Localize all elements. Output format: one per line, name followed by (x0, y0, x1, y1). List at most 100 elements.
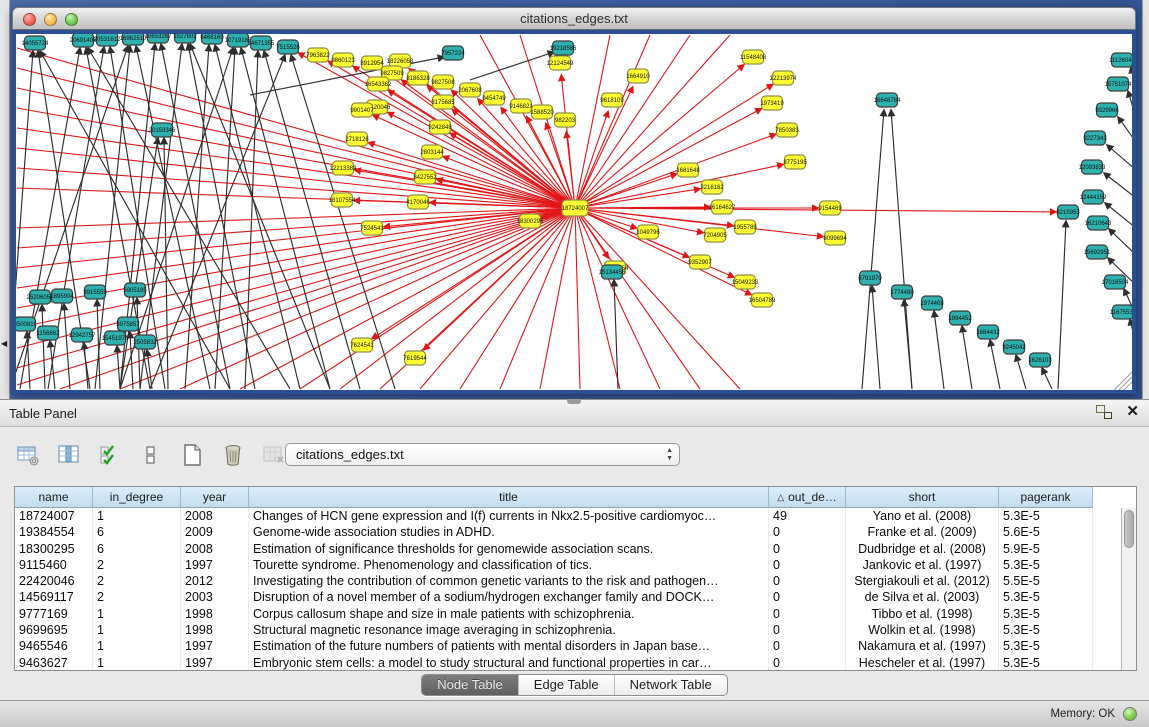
window-resize-grip[interactable] (1114, 372, 1132, 390)
cell-name[interactable]: 18300295 (15, 541, 93, 557)
cell-name[interactable]: 18724007 (15, 508, 93, 524)
splitter-grip[interactable] (567, 399, 581, 404)
cell-year[interactable]: 1997 (181, 655, 249, 670)
cell-title[interactable]: Tourette syndrome. Phenomenology and cla… (249, 557, 769, 573)
cell-in_degree[interactable]: 1 (93, 622, 181, 638)
cell-out_degree[interactable]: 49 (769, 508, 846, 524)
table-row[interactable]: 911546021997Tourette syndrome. Phenomeno… (15, 557, 1121, 573)
tab-edge-table[interactable]: Edge Table (518, 675, 614, 695)
cell-year[interactable]: 1998 (181, 606, 249, 622)
cell-pagerank[interactable]: 5.3E-5 (999, 508, 1093, 524)
column-header-short[interactable]: short (846, 487, 999, 508)
cell-short[interactable]: Wolkin et al. (1998) (846, 622, 999, 638)
citation-graph[interactable]: 9860123891295418226058982750916543362818… (16, 34, 1132, 390)
cell-in_degree[interactable]: 2 (93, 573, 181, 589)
table-selector-dropdown[interactable]: citations_edges.txt ▲▼ (285, 443, 680, 466)
cell-title[interactable]: Embryonic stem cells: a model to study s… (249, 655, 769, 670)
table-row[interactable]: 1456911722003Disruption of a novel membe… (15, 589, 1121, 605)
vertical-scrollbar[interactable] (1121, 508, 1136, 670)
cell-title[interactable]: Estimation of the future numbers of pati… (249, 638, 769, 654)
cell-pagerank[interactable]: 5.3E-5 (999, 557, 1093, 573)
cell-out_degree[interactable]: 0 (769, 557, 846, 573)
cell-pagerank[interactable]: 5.6E-5 (999, 524, 1093, 540)
cell-in_degree[interactable]: 2 (93, 589, 181, 605)
column-header-name[interactable]: name (15, 487, 93, 508)
memory-status-led[interactable] (1123, 707, 1137, 721)
cell-short[interactable]: Franke et al. (2009) (846, 524, 999, 540)
cell-in_degree[interactable]: 1 (93, 655, 181, 670)
table-settings-icon[interactable] (14, 442, 42, 468)
cell-title[interactable]: Changes of HCN gene expression and I(f) … (249, 508, 769, 524)
network-canvas[interactable]: 9860123891295418226058982750916543362818… (12, 30, 1136, 394)
cell-year[interactable]: 1998 (181, 622, 249, 638)
cell-out_degree[interactable]: 0 (769, 638, 846, 654)
cell-year[interactable]: 2008 (181, 508, 249, 524)
cell-out_degree[interactable]: 0 (769, 622, 846, 638)
cell-name[interactable]: 9777169 (15, 606, 93, 622)
cell-short[interactable]: Yano et al. (2008) (846, 508, 999, 524)
cell-year[interactable]: 1997 (181, 557, 249, 573)
cell-pagerank[interactable]: 5.5E-5 (999, 573, 1093, 589)
cell-title[interactable]: Investigating the contribution of common… (249, 573, 769, 589)
cell-pagerank[interactable]: 5.3E-5 (999, 622, 1093, 638)
cell-pagerank[interactable]: 5.3E-5 (999, 638, 1093, 654)
table-row[interactable]: 977716911998Corpus callosum shape and si… (15, 606, 1121, 622)
cell-name[interactable]: 9115460 (15, 557, 93, 573)
cell-name[interactable]: 22420046 (15, 573, 93, 589)
tab-network-table[interactable]: Network Table (614, 675, 727, 695)
table-row[interactable]: 946554611997Estimation of the future num… (15, 638, 1121, 654)
table-row[interactable]: 1872400712008Changes of HCN gene express… (15, 508, 1121, 524)
window-titlebar[interactable]: citations_edges.txt (12, 7, 1136, 30)
cell-in_degree[interactable]: 6 (93, 524, 181, 540)
scrollbar-thumb[interactable] (1124, 510, 1134, 548)
cell-out_degree[interactable]: 0 (769, 655, 846, 670)
cell-out_degree[interactable]: 0 (769, 606, 846, 622)
cell-out_degree[interactable]: 0 (769, 524, 846, 540)
cell-year[interactable]: 2012 (181, 573, 249, 589)
float-panel-icon[interactable] (1096, 405, 1112, 419)
cell-short[interactable]: Tibbo et al. (1998) (846, 606, 999, 622)
table-row[interactable]: 1830029562008Estimation of significance … (15, 541, 1121, 557)
cell-name[interactable]: 19384554 (15, 524, 93, 540)
column-header-out_degree[interactable]: △out_de… (769, 487, 846, 508)
cell-pagerank[interactable]: 5.9E-5 (999, 541, 1093, 557)
column-header-title[interactable]: title (249, 487, 769, 508)
column-header-in_degree[interactable]: in_degree (93, 487, 181, 508)
cell-short[interactable]: Jankovic et al. (1997) (846, 557, 999, 573)
cell-short[interactable]: de Silva et al. (2003) (846, 589, 999, 605)
cell-short[interactable]: Stergiakouli et al. (2012) (846, 573, 999, 589)
cell-in_degree[interactable]: 1 (93, 606, 181, 622)
cell-year[interactable]: 2003 (181, 589, 249, 605)
cell-name[interactable]: 9699695 (15, 622, 93, 638)
cell-year[interactable]: 2008 (181, 541, 249, 557)
cell-short[interactable]: Hescheler et al. (1997) (846, 655, 999, 670)
cell-out_degree[interactable]: 0 (769, 573, 846, 589)
cell-title[interactable]: Genome-wide association studies in ADHD. (249, 524, 769, 540)
row-height-icon[interactable] (137, 442, 165, 468)
table-row[interactable]: 946362711997Embryonic stem cells: a mode… (15, 655, 1121, 670)
cell-pagerank[interactable]: 5.3E-5 (999, 589, 1093, 605)
cell-title[interactable]: Corpus callosum shape and size in male p… (249, 606, 769, 622)
cell-year[interactable]: 2009 (181, 524, 249, 540)
delete-table-icon[interactable] (219, 442, 247, 468)
network-view-window[interactable]: citations_edges.txt 98601238912954182260… (12, 7, 1136, 394)
cell-in_degree[interactable]: 1 (93, 638, 181, 654)
select-rows-icon[interactable] (96, 442, 124, 468)
cell-name[interactable]: 9465546 (15, 638, 93, 654)
cell-name[interactable]: 14569117 (15, 589, 93, 605)
column-header-year[interactable]: year (181, 487, 249, 508)
new-table-icon[interactable] (178, 442, 206, 468)
cell-title[interactable]: Structural magnetic resonance image aver… (249, 622, 769, 638)
cell-pagerank[interactable]: 5.3E-5 (999, 655, 1093, 670)
column-header-pagerank[interactable]: pagerank (999, 487, 1093, 508)
cell-out_degree[interactable]: 0 (769, 589, 846, 605)
cell-short[interactable]: Nakamura et al. (1997) (846, 638, 999, 654)
close-panel-icon[interactable]: ✕ (1126, 405, 1139, 419)
table-row[interactable]: 969969511998Structural magnetic resonanc… (15, 622, 1121, 638)
cell-title[interactable]: Estimation of significance thresholds fo… (249, 541, 769, 557)
table-row[interactable]: 1938455462009Genome-wide association stu… (15, 524, 1121, 540)
tab-node-table[interactable]: Node Table (422, 675, 518, 695)
cell-short[interactable]: Dudbridge et al. (2008) (846, 541, 999, 557)
import-table-icon[interactable] (260, 442, 288, 468)
cell-in_degree[interactable]: 6 (93, 541, 181, 557)
